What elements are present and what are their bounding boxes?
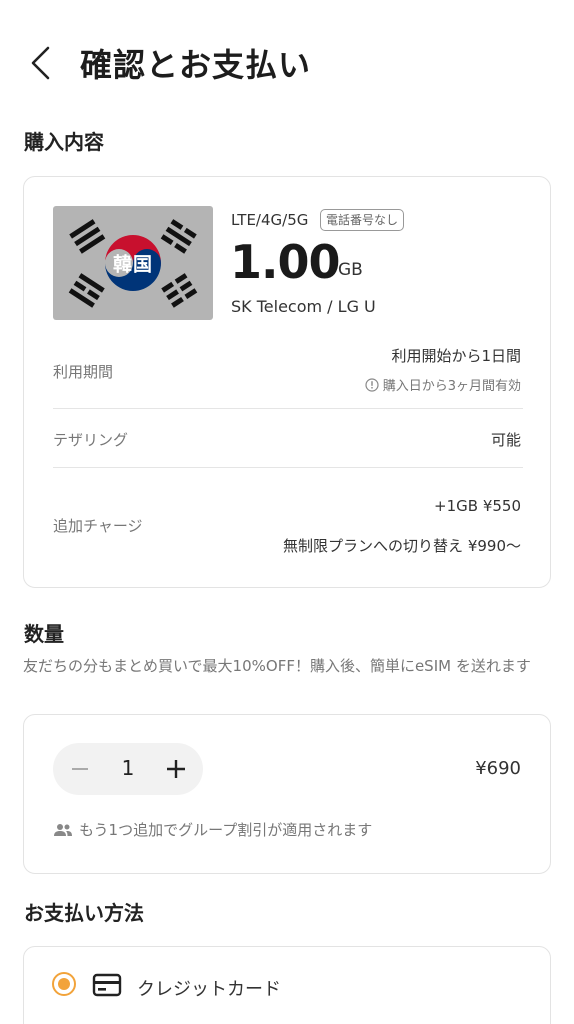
purchase-section-title: 購入内容 — [24, 130, 104, 154]
group-icon — [54, 823, 72, 836]
no-phone-number-badge: 電話番号なし — [320, 209, 405, 231]
increment-button[interactable] — [161, 754, 191, 784]
credit-card-icon — [92, 973, 122, 997]
chevron-left-icon — [31, 46, 50, 80]
minus-icon — [72, 768, 88, 770]
back-button[interactable] — [22, 42, 58, 84]
data-amount: 1.00 — [230, 235, 340, 289]
group-discount-text: もう1つ追加でグループ割引が適用されます — [79, 821, 373, 839]
payment-section-title: お支払い方法 — [24, 901, 144, 925]
additional-charge-value: +1GB ¥550 — [434, 497, 521, 515]
quantity-description: 友だちの分もまとめ買いで最大10%OFF！購入後、簡単にeSIM を送れます — [23, 657, 531, 675]
tethering-value: 可能 — [490, 431, 521, 449]
usage-period-label: 利用期間 — [53, 363, 114, 381]
validity-note: 購入日から3ヶ月間有効 — [365, 375, 521, 394]
divider — [53, 467, 523, 468]
product-card: 韓国 LTE/4G/5G 電話番号なし 1.00 GB SK Telecom /… — [23, 176, 551, 588]
payment-radio-selected[interactable] — [52, 972, 76, 996]
validity-note-text: 購入日から3ヶ月間有効 — [382, 379, 521, 394]
carrier-name: SK Telecom / LG U — [231, 297, 376, 316]
quantity-value: 1 — [121, 756, 135, 780]
network-types: LTE/4G/5G — [231, 211, 309, 229]
page-title: 確認とお支払い — [80, 46, 312, 84]
payment-method-card[interactable]: クレジットカード — [23, 946, 551, 1024]
korea-flag-image: 韓国 — [53, 206, 213, 320]
usage-period-value: 利用開始から1日間 — [391, 347, 521, 365]
data-unit: GB — [338, 260, 363, 280]
additional-charge-label: 追加チャージ — [53, 517, 143, 535]
header: 確認とお支払い — [0, 0, 574, 125]
total-price: ¥690 — [475, 758, 521, 779]
unlimited-switch-value: 無制限プランへの切り替え ¥990〜 — [283, 537, 521, 555]
quantity-stepper[interactable]: 1 — [53, 743, 203, 795]
payment-method-label: クレジットカード — [137, 979, 281, 1000]
tethering-label: テザリング — [53, 431, 129, 449]
divider — [53, 408, 523, 409]
plus-icon — [167, 760, 185, 778]
group-discount-note: もう1つ追加でグループ割引が適用されます — [53, 819, 372, 840]
country-label: 韓国 — [112, 253, 154, 276]
decrement-button[interactable] — [65, 754, 95, 784]
info-icon — [365, 377, 379, 392]
quantity-card: 1 ¥690 もう1つ追加でグループ割引が適用されます — [23, 714, 551, 874]
radio-dot — [58, 978, 70, 990]
quantity-section-title: 数量 — [24, 622, 64, 646]
